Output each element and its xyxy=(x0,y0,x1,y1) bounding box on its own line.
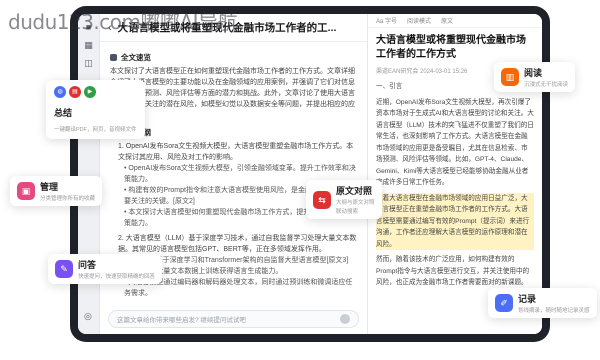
question-placeholder: 这篇文章给你带来哪些启发? 继续提问试试吧 xyxy=(117,317,246,324)
user-icon[interactable]: ◎ xyxy=(84,311,92,322)
pdf-icon: ▤ xyxy=(69,86,81,98)
note-card[interactable]: ✐ 记录 划线摘录，随时随地记录灵感 xyxy=(488,288,597,318)
compare-card[interactable]: ⇆ 原文对照 大纲与原文对照 联动搜索 xyxy=(306,180,382,219)
manage-card-title: 管理 xyxy=(40,182,59,192)
globe-icon: ◍ xyxy=(54,86,66,98)
read-card[interactable]: ▥ 阅读 沉浸式无干扰阅读 xyxy=(494,62,576,92)
qa-card[interactable]: ✎ 问答 快速提问，快速获取精确的回答 xyxy=(48,254,163,284)
chat-icon[interactable]: ◫ xyxy=(84,58,94,68)
article-highlight-paragraph[interactable]: 随着大语言模型在金融市场领域的应用日益广泛，大语言模型正在重塑金融市场工作者的工… xyxy=(376,192,534,250)
summary-heading-label: 全文速览 xyxy=(121,53,151,62)
outline-item: 2. 大语言模型（LLM）基于深度学习技术，通过自我监督学习处理大量文本数据。其… xyxy=(118,235,357,253)
original-button[interactable]: 原文 xyxy=(441,16,453,25)
compare-card-sub: 大纲与原文对照 xyxy=(336,200,375,206)
book-icon: ▥ xyxy=(501,68,519,86)
qa-card-sub: 快速提问，快速获取精确的回答 xyxy=(78,274,156,280)
send-icon[interactable] xyxy=(340,314,350,324)
compare-icon: ⇆ xyxy=(313,190,331,209)
reading-mode-button[interactable]: 阅读模式 xyxy=(407,16,431,25)
tablet-frame: ■ ▦ ◫ ◎ ‹ 大语言模型或将重塑现代金融市场工作者的工... 全文速览 本… xyxy=(70,6,550,342)
note-card-title: 记录 xyxy=(518,294,537,304)
side-rail: ■ ▦ ◫ ◎ xyxy=(78,14,100,334)
article-title: 大语言模型或将重塑现代金融市场工作者的工作方式 xyxy=(376,35,526,60)
outline-item: 1. OpenAI发布Sora文生视频大模型，大语言模型重塑金融市场工作方式。本… xyxy=(118,143,354,161)
outline-heading: 智能大纲 xyxy=(110,127,357,138)
manage-card-sub: 分类管理你所有的收藏 xyxy=(40,196,96,202)
compare-card-sub2: 联动搜索 xyxy=(336,209,359,215)
read-card-sub: 沉浸式无干扰阅读 xyxy=(524,82,569,88)
folder-icon: ▣ xyxy=(17,182,35,200)
summary-heading: 全文速览 xyxy=(110,52,357,63)
article-paragraph: 然而，随着该技术的广泛应用，如何构建有效的Prompt指令与大语言模型进行交互，… xyxy=(376,256,530,286)
article-toolbar: Aa 字号 阅读模式 原文 xyxy=(368,14,542,28)
summary-card[interactable]: ◍ ▤ ▶ 总结 一键翻译PDF，网页，音视频文件 xyxy=(46,80,145,139)
summary-text: 本文探讨了大语言模型正在如何重塑现代金融市场工作者的工作方式。文章详细介绍了大语… xyxy=(110,68,355,119)
article-paragraph: 近期，OpenAI发布Sora文生视频大模型，再次引爆了资本市场对于生成式AI和… xyxy=(376,98,534,187)
grid-icon[interactable]: ▦ xyxy=(84,40,94,50)
summary-card-sub: 一键翻译PDF，网页，音视频文件 xyxy=(54,127,137,133)
manage-card[interactable]: ▣ 管理 分类管理你所有的收藏 xyxy=(10,176,103,206)
read-card-title: 阅读 xyxy=(524,68,543,78)
compare-card-title: 原文对照 xyxy=(336,186,373,196)
pen-icon: ✐ xyxy=(495,294,513,312)
qa-card-title: 问答 xyxy=(78,260,97,270)
chat-bubble-icon: ✎ xyxy=(55,260,73,278)
question-input[interactable]: 这篇文章给你带来哪些启发? 继续提问试试吧 xyxy=(108,310,359,328)
summary-section-icon xyxy=(110,54,117,61)
font-size-button[interactable]: Aa 字号 xyxy=(376,16,397,25)
summary-icons: ◍ ▤ ▶ xyxy=(54,86,96,98)
article-text: 一、引言 近期，OpenAI发布Sora文生视频大模型，再次引爆了资本市场对于生… xyxy=(376,81,534,289)
note-card-sub: 划线摘录，随时随地记录灵感 xyxy=(518,308,590,314)
video-icon: ▶ xyxy=(84,86,96,98)
app-screen: ■ ▦ ◫ ◎ ‹ 大语言模型或将重塑现代金融市场工作者的工... 全文速览 本… xyxy=(78,14,542,334)
summary-card-title: 总结 xyxy=(54,108,73,118)
watermark: dudu123.com嘟嘟AI导航 xyxy=(8,10,238,34)
summary-pane: ‹ 大语言模型或将重塑现代金融市场工作者的工... 全文速览 本文探讨了大语言模… xyxy=(100,14,368,334)
